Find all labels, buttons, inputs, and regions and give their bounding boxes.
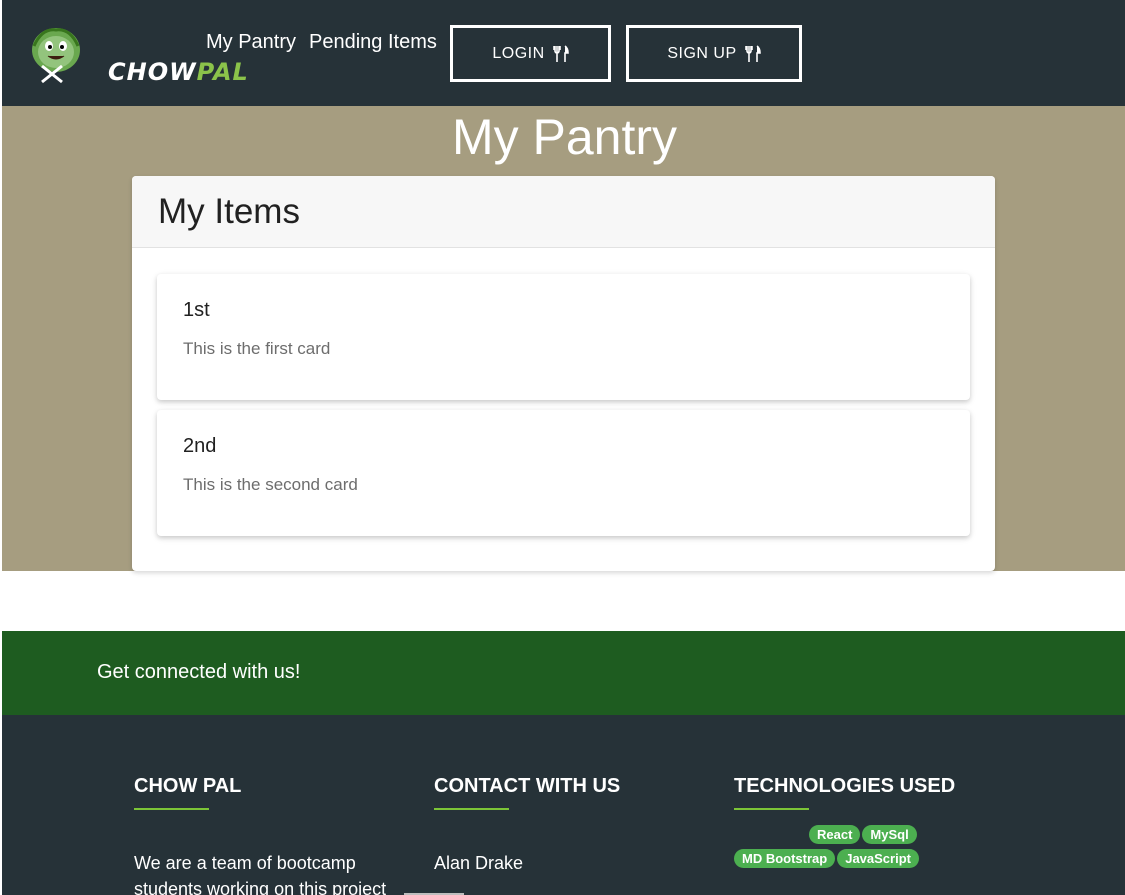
tech-badge-javascript: JavaScript [837,849,919,868]
footer-contact-name[interactable]: Alan Drake [434,850,523,876]
card-title: 2nd [183,435,217,457]
connect-text: Get connected with us! [97,661,301,683]
my-items-panel: My Items 1st This is the first card 2nd … [132,176,995,571]
badge-row: MD Bootstrap JavaScript [734,849,919,868]
fork-knife-icon [744,44,761,62]
footer-divider [434,808,509,810]
nav-link-my-pantry[interactable]: My Pantry [206,31,296,54]
card-title: 1st [183,299,210,321]
panel-header: My Items [132,176,995,248]
badge-row: React MySql [734,825,919,844]
panel-title: My Items [158,192,300,231]
fork-knife-icon [552,44,569,62]
card-text: This is the second card [183,475,358,494]
cabbage-mascot-icon [32,28,80,84]
footer-divider [734,808,809,810]
tech-badge-mdbootstrap: MD Bootstrap [734,849,836,868]
connect-bar: Get connected with us! [0,631,1125,715]
card-text: This is the first card [183,339,331,358]
logo-text-chow: CHOW [108,58,197,86]
tech-badge-react: React [809,825,861,844]
logo-wordmark: CHOWPAL [108,58,249,86]
footer-heading-contact: CONTACT WITH US [434,775,621,797]
signup-button-label: SIGN UP [667,44,737,62]
navbar: CHOWPAL My Pantry Pending Items LOGIN SI… [0,0,1125,106]
footer: CHOW PAL We are a team of bootcamp stude… [0,715,1125,895]
page-title: My Pantry [451,109,678,165]
item-card[interactable]: 2nd This is the second card [157,410,970,536]
login-button-label: LOGIN [492,44,545,62]
signup-button[interactable]: SIGN UP [626,25,802,82]
login-button[interactable]: LOGIN [450,25,611,82]
nav-link-pending-items[interactable]: Pending Items [309,31,437,54]
footer-heading-about: CHOW PAL [134,775,242,797]
footer-heading-technologies: TECHNOLOGIES USED [734,775,956,797]
footer-about-text: We are a team of bootcamp students worki… [134,853,387,895]
chowpal-logo[interactable]: CHOWPAL [28,22,248,86]
item-card[interactable]: 1st This is the first card [157,274,970,400]
footer-divider [134,808,209,810]
logo-text-pal: PAL [196,58,249,86]
tech-badge-mysql: MySql [862,825,917,844]
tech-badges: React MySql MD Bootstrap JavaScript [734,825,919,873]
